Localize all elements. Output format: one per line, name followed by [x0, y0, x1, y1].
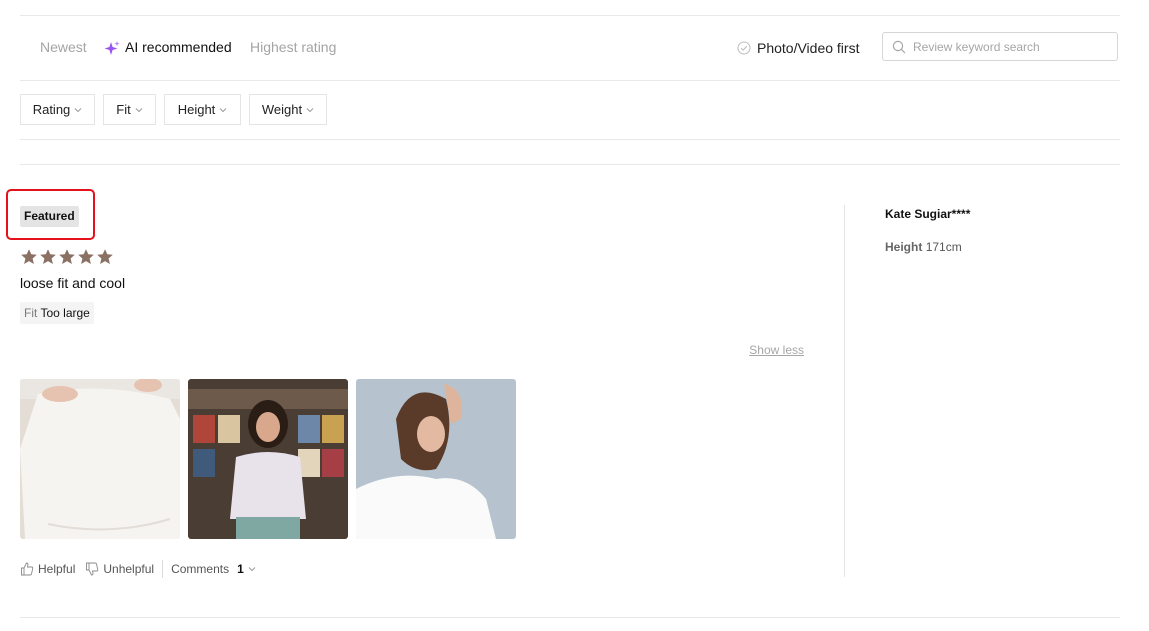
unhelpful-button[interactable]: Unhelpful: [85, 562, 154, 576]
comments-toggle[interactable]: Comments 1: [171, 562, 256, 576]
star-rating: [20, 248, 114, 266]
review-photo-2[interactable]: [188, 379, 348, 539]
actions-separator: [162, 560, 164, 578]
chevron-down-icon: [306, 107, 314, 112]
height-key: Height: [885, 240, 923, 254]
reviewer-divider: [844, 205, 845, 577]
star-icon: [40, 249, 56, 264]
filter-divider: [20, 139, 1120, 140]
search-icon: [892, 40, 906, 53]
filter-height[interactable]: Height: [164, 94, 241, 125]
helpful-label: Helpful: [38, 562, 76, 576]
check-circle-icon: [737, 41, 751, 55]
photo-video-first-label: Photo/Video first: [757, 40, 860, 56]
filter-fit[interactable]: Fit: [103, 94, 156, 125]
review-photo-1[interactable]: [20, 379, 180, 539]
featured-badge: Featured: [20, 206, 79, 227]
star-icon: [97, 249, 113, 264]
bottom-divider: [20, 617, 1120, 618]
review-list-divider: [20, 164, 1120, 165]
height-value: 171cm: [925, 240, 962, 254]
unhelpful-label: Unhelpful: [103, 562, 155, 576]
chevron-down-icon: [135, 107, 143, 112]
review-photo-3[interactable]: [356, 379, 516, 539]
sort-divider: [20, 80, 1120, 81]
review-search-input[interactable]: [913, 39, 1103, 54]
photo-video-first-toggle[interactable]: Photo/Video first: [737, 40, 859, 56]
fit-tag: Fit Too large: [20, 302, 94, 324]
sort-highest-rating[interactable]: Highest rating: [250, 39, 336, 55]
sort-ai-recommended[interactable]: AI recommended: [125, 39, 232, 55]
helpful-button[interactable]: Helpful: [20, 562, 75, 576]
comments-count: 1: [237, 562, 244, 576]
star-icon: [21, 249, 37, 264]
reviewer-name: Kate Sugiar****: [885, 207, 971, 221]
sparkle-icon: [104, 41, 120, 55]
filter-weight-label: Weight: [261, 102, 303, 117]
filter-fit-label: Fit: [116, 102, 131, 117]
review-actions: Helpful Unhelpful Comments 1: [20, 560, 256, 578]
filter-height-label: Height: [177, 102, 216, 117]
fit-tag-value: Too large: [40, 306, 90, 320]
sort-newest[interactable]: Newest: [40, 39, 87, 55]
review-text: loose fit and cool: [20, 275, 126, 291]
chevron-down-icon: [219, 107, 227, 112]
filter-rating-label: Rating: [32, 102, 71, 117]
top-divider: [20, 15, 1120, 16]
chevron-down-icon: [248, 567, 256, 572]
thumbs-down-icon: [86, 562, 99, 576]
star-icon: [59, 249, 75, 264]
reviewer-height: Height 171cm: [885, 240, 962, 254]
filter-rating[interactable]: Rating: [20, 94, 95, 125]
thumbs-up-icon: [21, 562, 34, 576]
show-less-link[interactable]: Show less: [749, 343, 804, 357]
review-search-box[interactable]: [882, 32, 1118, 61]
chevron-down-icon: [74, 107, 82, 112]
star-icon: [78, 249, 94, 264]
comments-label: Comments: [171, 562, 230, 576]
filter-weight[interactable]: Weight: [249, 94, 327, 125]
fit-tag-key: Fit: [24, 306, 38, 320]
